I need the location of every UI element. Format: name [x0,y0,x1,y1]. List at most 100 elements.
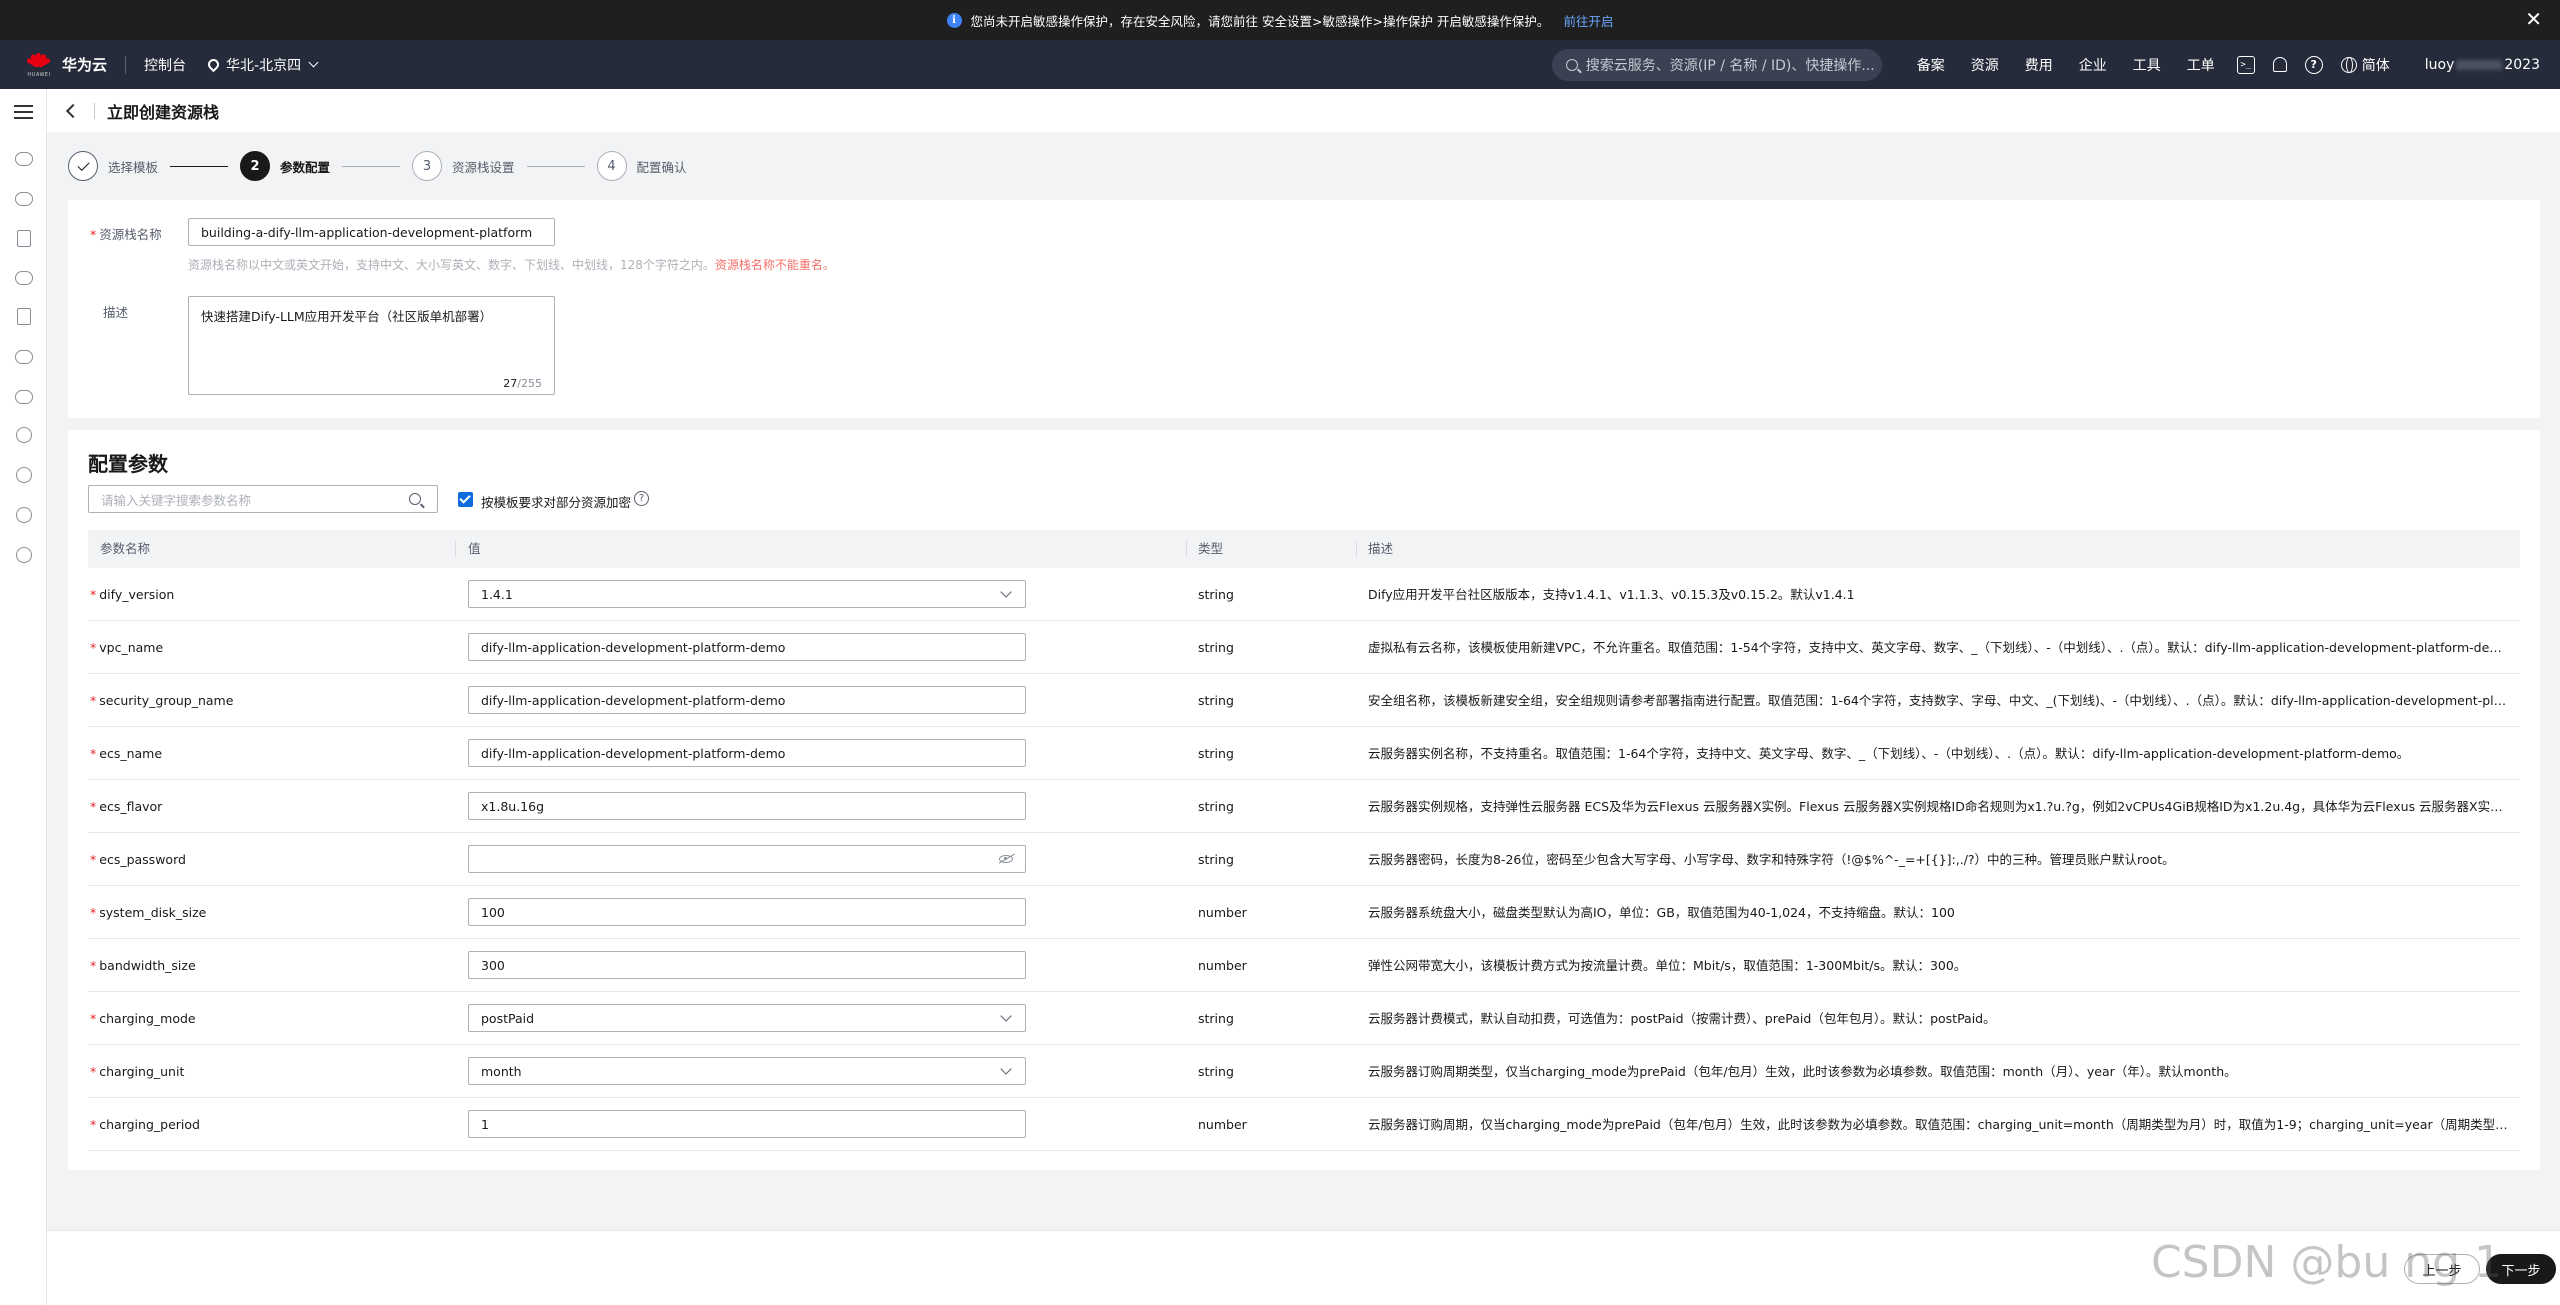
param-name: * charging_period [90,1098,200,1151]
brand-name: 华为云 [62,56,108,74]
help-icon[interactable]: ? [634,491,649,506]
param-value-input[interactable]: dify-llm-application-development-platfor… [468,739,1026,767]
global-search-input[interactable]: 搜索云服务、资源(IP / 名称 / ID)、快捷操作... [1551,48,1882,81]
prev-button[interactable]: 上一步 [2404,1254,2480,1284]
encrypt-label: 按模板要求对部分资源加密 [481,495,632,510]
cloud-storage-icon[interactable] [15,192,33,206]
required-marker: * [90,746,97,761]
close-icon[interactable]: ✕ [2525,8,2542,30]
user-account[interactable]: luoy 2023 [2425,57,2540,73]
char-count: 27 [503,377,518,390]
encrypt-checkbox[interactable] [458,492,473,507]
param-name: * ecs_flavor [90,780,162,833]
param-value-input[interactable]: x1.8u.16g [468,792,1026,820]
required-marker: * [90,958,97,973]
char-max: /255 [517,377,542,390]
next-button[interactable]: 下一步 [2486,1254,2556,1284]
banner-enable-link[interactable]: 前往开启 [1563,11,1613,30]
cloud-service-icon[interactable] [15,152,33,166]
global-network-icon[interactable] [16,547,32,563]
database-icon[interactable] [17,308,31,325]
param-type: number [1198,1117,1247,1132]
nav-link-resources[interactable]: 资源 [1971,55,1999,75]
param-value-input[interactable]: 1 [468,1110,1026,1138]
location-pin-icon [205,56,222,73]
table-row: * bandwidth_size 300 number 弹性公网带宽大小，该模板计费方式… [88,939,2520,992]
globe-icon[interactable] [2340,56,2357,73]
param-type: string [1198,799,1234,814]
param-value-select[interactable]: postPaid [468,1004,1026,1032]
cloud-backup-icon[interactable] [15,350,33,364]
global-search-placeholder: 搜索云服务、资源(IP / 名称 / ID)、快捷操作... [1585,57,1875,74]
nav-link-tickets[interactable]: 工单 [2187,55,2215,75]
description-textarea[interactable]: 快速搭建Dify-LLM应用开发平台（社区版单机部署） 27/255 [188,296,555,395]
param-value-input[interactable]: 100 [468,898,1026,926]
menu-icon[interactable] [14,105,33,119]
param-description: 云服务器实例名称，不支持重名。取值范围：1-64个字符，支持中文、英文字母、数字… [1368,746,2410,761]
step-3-label: 资源栈设置 [452,159,515,175]
param-search-input[interactable]: 请输入关键字搜索参数名称 [88,485,438,513]
language-selector[interactable]: 简体 [2362,55,2390,75]
required-marker: * [90,227,97,242]
network-icon[interactable] [17,230,31,247]
step-parameter-config[interactable]: 2 参数配置 [240,151,330,181]
nav-link-tools[interactable]: 工具 [2133,55,2161,75]
param-name: * dify_version [90,568,174,621]
cloud-monitor-icon[interactable] [15,390,33,404]
analytics-icon[interactable] [16,467,32,483]
param-description: Dify应用开发平台社区版版本，支持v1.4.1、v1.1.3、v0.15.3及… [1368,587,1855,602]
param-value-text: dify-llm-application-development-platfor… [481,639,786,655]
table-row: * vpc_name dify-llm-application-developmen… [88,621,2520,674]
help-icon[interactable]: ? [2304,55,2323,74]
bell-icon[interactable] [2272,57,2287,72]
user-group-icon[interactable] [16,507,32,523]
step-select-template[interactable]: 选择模板 [68,151,158,181]
step-confirm[interactable]: 4 配置确认 [596,151,687,181]
param-value-input[interactable]: dify-llm-application-development-platfor… [468,633,1026,661]
table-row: * charging_unit month string 云服务器订购周期类型，仅当ch… [88,1045,2520,1098]
param-value-input[interactable] [468,845,1026,873]
eye-hidden-icon[interactable] [999,855,1013,863]
step-stack-settings[interactable]: 3 资源栈设置 [412,151,515,181]
info-icon: i [946,12,962,28]
console-link[interactable]: 控制台 [144,55,186,75]
back-arrow-icon[interactable] [65,103,81,118]
huawei-cloud-logo[interactable]: HUAWEI 华为云 [24,51,107,79]
top-navigation: HUAWEI 华为云 控制台 华北-北京四 搜索云服务、资源(IP / 名称 /… [0,40,2560,89]
stack-name-input[interactable]: building-a-dify-llm-application-developm… [188,218,555,246]
param-name-text: system_disk_size [99,905,207,920]
chevron-down-icon [308,57,319,68]
param-name: * ecs_password [90,833,186,886]
param-search-placeholder: 请输入关键字搜索参数名称 [101,492,252,508]
search-icon [409,493,421,505]
cloud-shell-icon[interactable]: >_ [2236,55,2255,74]
region-label: 华北-北京四 [226,57,302,74]
param-name: * bandwidth_size [90,939,196,992]
param-value-text: dify-llm-application-development-platfor… [481,745,786,761]
region-selector[interactable]: 华北-北京四 [205,55,319,75]
page-header: 立即创建资源栈 [47,89,2560,132]
param-name: * charging_mode [90,992,196,1045]
required-marker: * [90,1011,97,1026]
param-value-input[interactable]: dify-llm-application-development-platfor… [468,686,1026,714]
param-value-select[interactable]: month [468,1057,1026,1085]
user-name-suffix: 2023 [2504,56,2540,73]
huawei-logo-icon: HUAWEI [24,51,52,79]
deploy-icon[interactable] [16,427,32,443]
cloud-compute-icon[interactable] [15,271,33,285]
param-value-text: x1.8u.16g [481,798,545,814]
step-2-label: 参数配置 [280,159,331,175]
header-description: 描述 [1368,541,1394,556]
param-type: string [1198,852,1234,867]
nav-link-billing[interactable]: 费用 [2025,55,2053,75]
left-rail [0,89,47,1305]
char-counter: 27/255 [503,377,542,390]
step-connector [526,165,585,167]
page-footer [47,1230,2560,1305]
nav-link-enterprise[interactable]: 企业 [2079,55,2107,75]
param-value-text: month [481,1063,522,1079]
description-value: 快速搭建Dify-LLM应用开发平台（社区版单机部署） [201,309,493,324]
nav-link-filing[interactable]: 备案 [1917,55,1945,75]
param-value-input[interactable]: 300 [468,951,1026,979]
param-value-select[interactable]: 1.4.1 [468,580,1026,608]
